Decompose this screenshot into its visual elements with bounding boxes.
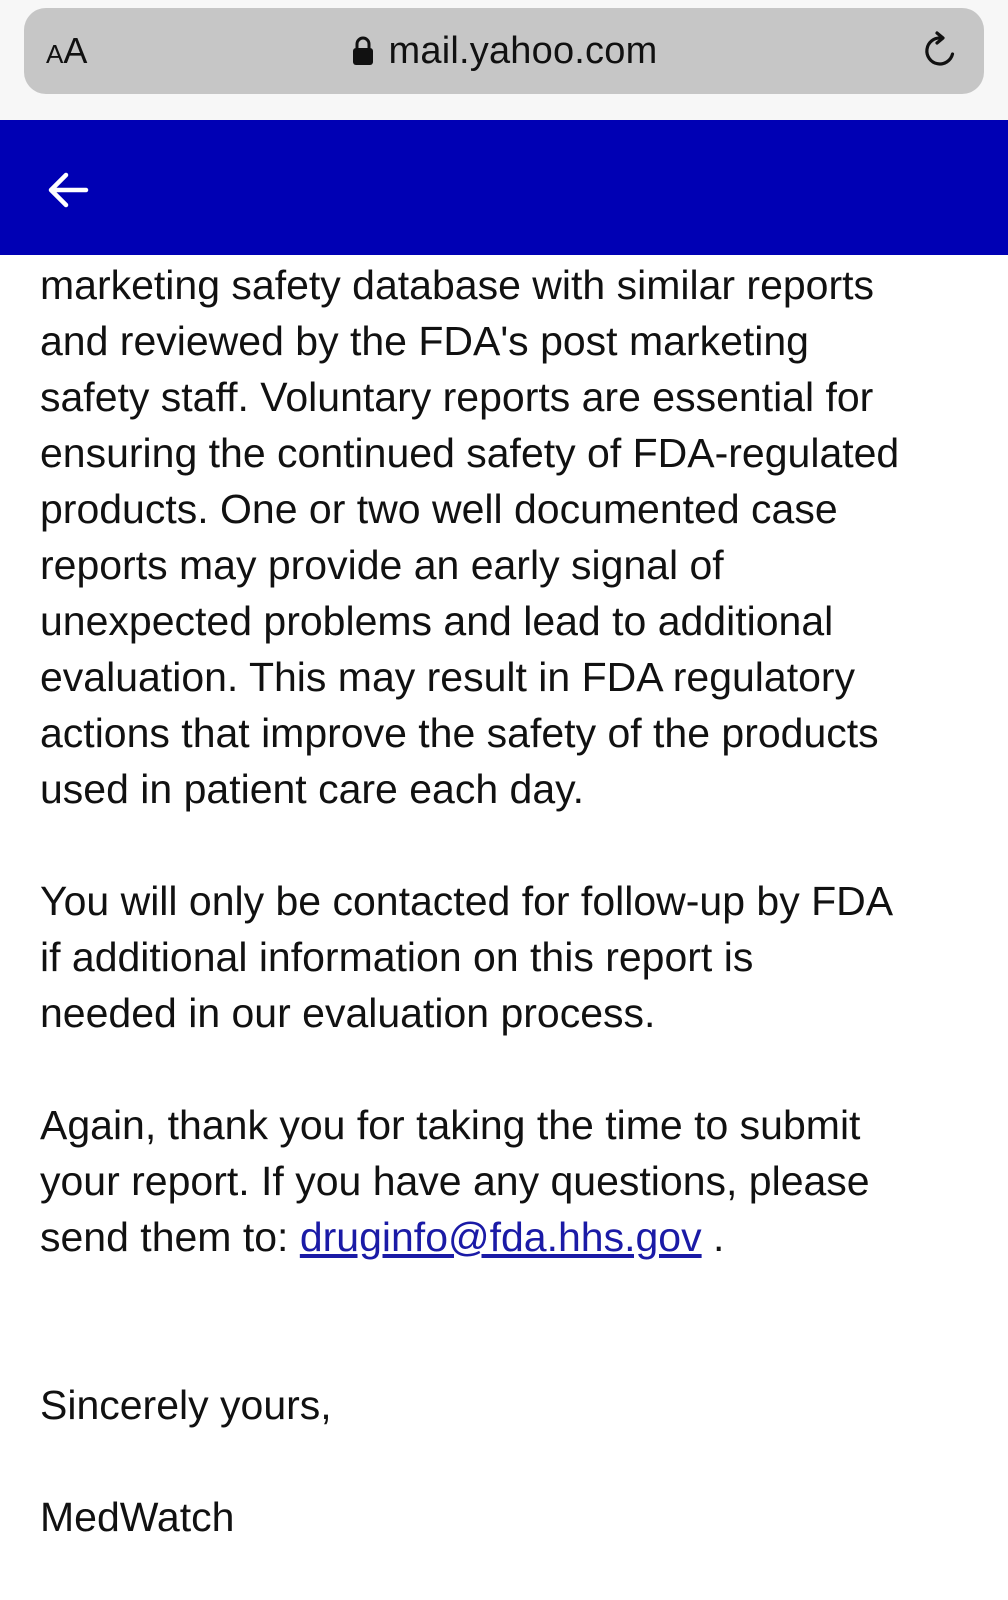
- url-display[interactable]: mail.yahoo.com: [24, 26, 984, 76]
- mail-header-bar: [0, 120, 1008, 255]
- back-button[interactable]: [40, 162, 96, 218]
- body-paragraph-2: You will only be contacted for follow-up…: [40, 878, 894, 1036]
- email-body: marketing safety database with similar r…: [40, 255, 1000, 1545]
- contact-email-link[interactable]: druginfo@fda.hhs.gov: [300, 1214, 702, 1260]
- reload-icon[interactable]: [920, 30, 962, 72]
- signature: MedWatch: [40, 1494, 235, 1540]
- body-paragraph-3: Again, thank you for taking the time to …: [40, 1097, 1000, 1265]
- body-paragraph-1: marketing safety database with similar r…: [40, 262, 900, 812]
- address-bar[interactable]: A A mail.yahoo.com: [24, 8, 984, 94]
- body-paragraph-3-end: .: [701, 1214, 725, 1260]
- closing-line: Sincerely yours,: [40, 1382, 332, 1428]
- browser-toolbar: A A mail.yahoo.com: [0, 0, 1008, 120]
- lock-icon: [352, 36, 373, 65]
- url-text: mail.yahoo.com: [388, 30, 658, 72]
- arrow-left-icon: [48, 172, 89, 208]
